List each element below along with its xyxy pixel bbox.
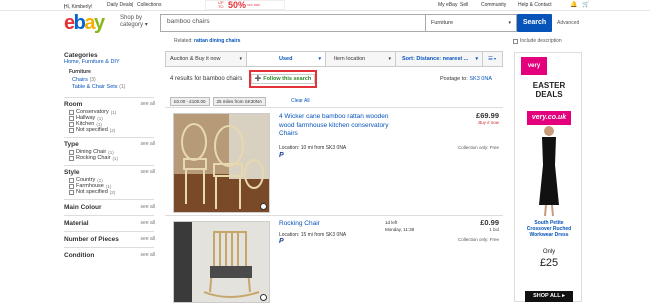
- facet-room: Room see all: [64, 101, 155, 108]
- see-all-link[interactable]: see all: [141, 169, 155, 176]
- sidebar: Categories Home, Furniture & DIY Furnitu…: [64, 50, 159, 259]
- see-all-link[interactable]: see all: [141, 101, 155, 108]
- tab-format[interactable]: Auction & Buy it now ▾: [166, 52, 247, 66]
- chevron-down-icon: ▾: [388, 56, 391, 62]
- help-contact-link[interactable]: Help & Contact: [518, 2, 552, 8]
- include-description-checkbox[interactable]: Include description: [513, 38, 562, 44]
- top-bar: Hi, Kimberly! | Daily Deals | Collection…: [0, 0, 650, 11]
- facet-condition[interactable]: Condition see all: [64, 252, 155, 259]
- item-thumbnail[interactable]: [173, 113, 270, 213]
- bid-count: 1 bid: [489, 227, 499, 232]
- clear-all-link[interactable]: Clear All: [291, 98, 310, 104]
- divider: [64, 97, 154, 98]
- advertisement[interactable]: very EASTER DEALS very.co.uk South Petit…: [514, 52, 582, 302]
- category-chairs[interactable]: Chairs (3): [72, 77, 159, 83]
- community-link[interactable]: Community: [481, 2, 506, 8]
- category-furniture[interactable]: Furniture: [69, 69, 159, 75]
- daily-deals-link[interactable]: Daily Deals: [107, 2, 132, 8]
- paypal-icon: P: [279, 152, 284, 159]
- item-location: Location: 10 mi from SK3 0NA: [279, 145, 347, 151]
- divider: [64, 199, 154, 200]
- item-location: Location: 15 mi from SK3 0NA: [279, 232, 347, 238]
- shop-by-category-button[interactable]: Shop by category ▾: [120, 15, 148, 29]
- filter-chips: £0.00 - £100.00 25 miles from SK30NA: [170, 97, 267, 106]
- facet-option[interactable]: Not specified (2): [69, 189, 159, 195]
- facet-style: Style see all: [64, 169, 155, 176]
- time-left: 1d left: [385, 220, 398, 225]
- notification-bell-icon[interactable]: 🔔: [570, 1, 577, 8]
- results-toolbar: Auction & Buy it now ▾ Used ▾ Item locatio…: [165, 51, 503, 67]
- chevron-down-icon: ▾: [239, 56, 242, 62]
- zoom-icon[interactable]: [260, 203, 267, 210]
- item-price: £69.99: [476, 111, 499, 120]
- item-price: £0.99: [480, 218, 499, 227]
- facet-material[interactable]: Material see all: [64, 220, 155, 227]
- results-count: 4 results for bamboo chairs: [170, 76, 243, 82]
- list-item: Rocking Chair Location: 15 mi from SK3 0…: [165, 215, 503, 303]
- filter-chip-distance[interactable]: 25 miles from SK30NA: [212, 97, 267, 106]
- facet-option[interactable]: Not specified (2): [69, 127, 159, 133]
- chevron-down-icon: ▾: [475, 56, 478, 62]
- model-image: [539, 126, 559, 217]
- end-time: Monday, 11:38: [385, 227, 415, 232]
- divider: [64, 231, 154, 232]
- list-item: 4 Wicker cane bamboo rattan wooden wood …: [165, 107, 503, 215]
- item-title[interactable]: 4 Wicker cane bamboo rattan wooden wood …: [279, 113, 403, 139]
- collections-link[interactable]: Collections: [137, 2, 161, 8]
- paypal-icon: P: [279, 238, 284, 245]
- ebay-logo[interactable]: ebay: [64, 13, 105, 33]
- ad-only: Only: [542, 249, 556, 255]
- category-path-link[interactable]: Home, Furniture & DIY: [64, 59, 159, 65]
- divider: [64, 247, 154, 248]
- chevron-down-icon: ▾: [508, 20, 511, 26]
- ad-headline: EASTER: [532, 81, 566, 90]
- divider: [64, 215, 154, 216]
- facet-main-colour[interactable]: Main Colour see all: [64, 204, 155, 211]
- category-select[interactable]: Furniture ▾: [425, 14, 517, 32]
- advanced-search-link[interactable]: Advanced: [557, 20, 579, 26]
- my-ebay-link[interactable]: My eBay: [438, 2, 457, 8]
- follow-search-button[interactable]: ➕ Follow this search: [249, 70, 317, 88]
- filter-chip-price[interactable]: £0.00 - £100.00: [170, 97, 210, 106]
- chevron-down-icon: ▾: [318, 56, 321, 62]
- tab-item-location[interactable]: Item location ▾: [326, 52, 396, 66]
- item-thumbnail[interactable]: [173, 221, 270, 303]
- promo-off-rrp: OFF RRP: [247, 3, 261, 7]
- zoom-icon[interactable]: [260, 294, 267, 301]
- chevron-down-icon: ▾: [144, 22, 148, 28]
- very-logo: very: [521, 57, 547, 75]
- facet-type: Type see all: [64, 141, 155, 148]
- item-collection: Collection only: Free: [457, 237, 499, 242]
- item-collection: Collection only: Free: [457, 145, 499, 150]
- divider: [64, 165, 154, 166]
- categories-heading: Categories: [64, 52, 98, 59]
- related-link[interactable]: rattan dining chairs: [194, 38, 240, 44]
- category-table-chair-sets[interactable]: Table & Chair Sets (1): [72, 84, 159, 90]
- tab-used[interactable]: Used ▾: [247, 52, 326, 66]
- postage-to[interactable]: Postage to: SK3 0NA: [440, 76, 492, 82]
- related-searches: Related: rattan dining chairs: [174, 38, 241, 44]
- checkbox[interactable]: [513, 38, 518, 44]
- see-all-link[interactable]: see all: [141, 141, 155, 148]
- promo-banner[interactable]: UP TO 50% OFF RRP: [205, 0, 285, 10]
- plus-icon: ➕: [254, 76, 262, 82]
- promo-up-to: UP TO: [218, 0, 224, 9]
- facet-number-of-pieces[interactable]: Number of Pieces see all: [64, 236, 155, 243]
- ad-headline: DEALS: [535, 90, 563, 99]
- divider: [64, 137, 154, 138]
- sort-dropdown[interactable]: Sort: Distance: nearest ... ▾: [396, 52, 483, 66]
- sell-link[interactable]: Sell: [460, 2, 468, 8]
- ad-product: Workwear Dress: [529, 232, 569, 238]
- ad-price: £25: [539, 257, 559, 269]
- search-button[interactable]: Search: [517, 14, 552, 32]
- shop-all-button[interactable]: SHOP ALL ▸: [525, 291, 573, 302]
- buy-it-now-badge: Buy it now: [478, 120, 499, 125]
- ad-brand: very.co.uk: [527, 111, 571, 125]
- view-toggle[interactable]: ☰ ▾: [483, 52, 502, 66]
- facet-option[interactable]: Rocking Chair (1): [69, 155, 159, 161]
- search-input[interactable]: bamboo chairs: [160, 14, 426, 32]
- promo-percent: 50%: [228, 0, 247, 10]
- divider: |: [132, 2, 134, 8]
- cart-icon[interactable]: 🛒: [582, 1, 589, 8]
